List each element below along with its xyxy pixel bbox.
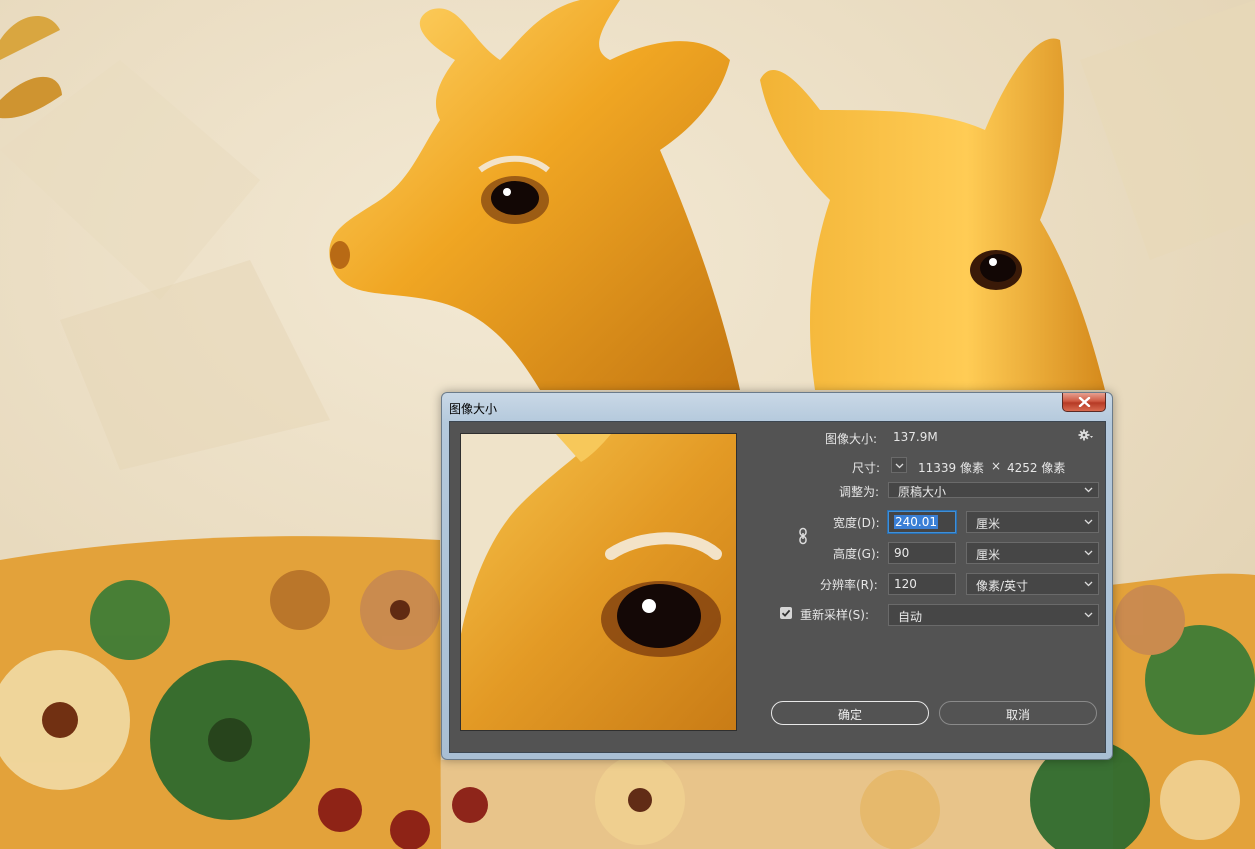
dimensions-height: 4252 像素 — [1007, 461, 1066, 475]
dialog-titlebar[interactable]: 图像大小 — [442, 393, 1112, 421]
width-unit-value: 厘米 — [976, 517, 1001, 531]
resolution-unit-value: 像素/英寸 — [976, 579, 1029, 593]
fit-to-label: 调整为: — [839, 485, 880, 499]
chevron-down-icon — [1084, 487, 1093, 493]
resolution-input[interactable]: 120 — [888, 573, 956, 595]
ok-button[interactable]: 确定 — [771, 701, 929, 725]
width-unit-dropdown[interactable]: 厘米 — [966, 511, 1099, 533]
fit-to-value: 原稿大小 — [898, 485, 947, 499]
dimensions-label: 尺寸: — [852, 461, 881, 475]
chevron-down-icon — [1084, 581, 1093, 587]
width-label: 宽度(D): — [833, 516, 880, 530]
height-unit-value: 厘米 — [976, 548, 1001, 562]
close-icon — [1078, 397, 1091, 407]
chevron-down-icon — [895, 463, 904, 469]
cancel-button[interactable]: 取消 — [939, 701, 1097, 725]
preview-image — [461, 434, 736, 730]
height-input[interactable]: 90 — [888, 542, 956, 564]
resolution-value: 120 — [894, 577, 917, 591]
gear-icon[interactable] — [1078, 428, 1094, 445]
image-size-dialog: 图像大小 图像大小: 137.9M 尺寸: 11339 像素 × 4252 像素… — [441, 392, 1113, 760]
resample-checkbox[interactable] — [780, 607, 792, 619]
dialog-client: 图像大小: 137.9M 尺寸: 11339 像素 × 4252 像素 调整为:… — [449, 421, 1106, 753]
close-button[interactable] — [1062, 393, 1106, 412]
chevron-down-icon — [1084, 612, 1093, 618]
image-size-value: 137.9M — [893, 430, 938, 444]
image-size-label: 图像大小: — [825, 432, 878, 446]
dimensions-separator: × — [991, 459, 1002, 473]
resample-method-value: 自动 — [898, 610, 923, 624]
resolution-unit-dropdown[interactable]: 像素/英寸 — [966, 573, 1099, 595]
resample-label: 重新采样(S): — [800, 608, 870, 622]
width-input[interactable]: 240.01 — [888, 511, 956, 533]
resolution-label: 分辨率(R): — [820, 578, 878, 592]
checkmark-icon — [781, 609, 791, 617]
height-unit-dropdown[interactable]: 厘米 — [966, 542, 1099, 564]
height-label: 高度(G): — [833, 547, 880, 561]
chevron-down-icon — [1084, 519, 1093, 525]
fit-to-dropdown[interactable]: 原稿大小 — [888, 482, 1099, 499]
dialog-title: 图像大小 — [449, 402, 498, 416]
dimensions-width: 11339 像素 — [918, 461, 984, 475]
resample-method-dropdown[interactable]: 自动 — [888, 604, 1099, 626]
width-value: 240.01 — [894, 515, 938, 529]
chevron-down-icon — [1084, 550, 1093, 556]
dimensions-dropdown[interactable] — [891, 457, 907, 473]
constrain-proportions-link-icon[interactable] — [798, 527, 808, 548]
image-preview[interactable] — [460, 433, 737, 731]
height-value: 90 — [894, 546, 910, 560]
